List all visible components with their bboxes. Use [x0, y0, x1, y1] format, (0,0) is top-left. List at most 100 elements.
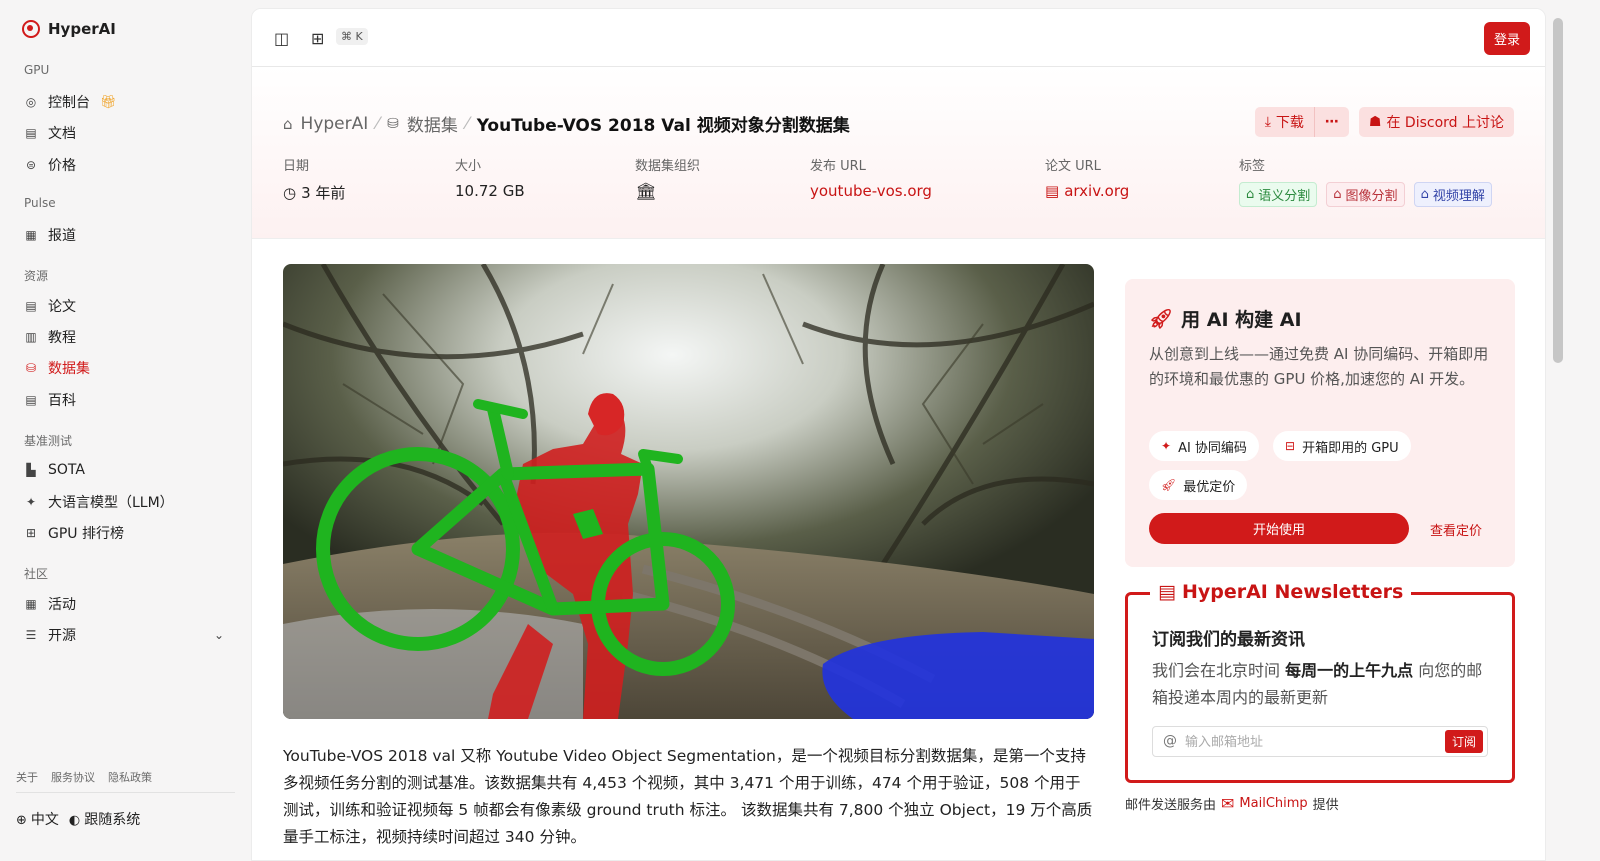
- database-icon: ⛁: [25, 361, 37, 375]
- meta-size-value: 10.72 GB: [455, 182, 525, 200]
- search-shortcut[interactable]: ⌘ K: [336, 28, 368, 45]
- rocket-icon: 🚀︎: [1149, 308, 1174, 330]
- sidebar-item-tutorials[interactable]: ▥ 教程: [16, 323, 236, 351]
- login-button[interactable]: 登录: [1483, 22, 1530, 55]
- newsletter-text-bold: 每周一的上午九点: [1285, 661, 1414, 680]
- tag-label: 图像分割: [1345, 189, 1398, 204]
- sidebar-item-label: 百科: [48, 393, 76, 409]
- sidebar-item-datasets[interactable]: ⛁ 数据集: [16, 354, 236, 382]
- sidebar-item-label: SOTA: [48, 462, 85, 478]
- feature-pill-pricing: 🚀︎ 最优定价: [1149, 470, 1248, 500]
- database-icon: ⛁: [387, 115, 399, 132]
- mail-credit: 邮件发送服务由 ✉ MailChimp 提供: [1125, 794, 1339, 813]
- sidebar-item-gpu-leaderboard[interactable]: ⊞ GPU 排行榜: [16, 519, 236, 547]
- newsletter-text-before: 我们会在北京时间: [1152, 661, 1281, 680]
- brand-name: HyperAI: [48, 20, 116, 38]
- view-pricing-link[interactable]: 查看定价: [1430, 520, 1482, 539]
- header-actions: ⤓ 下载 ⋯ ☗ 在 Discord 上讨论: [1254, 107, 1514, 137]
- ai-card-title: 🚀︎ 用 AI 构建 AI: [1149, 305, 1302, 332]
- newsletter-title-text: HyperAI Newsletters: [1181, 581, 1404, 603]
- scrollbar[interactable]: [1553, 18, 1563, 363]
- tag-video-understanding[interactable]: ⌂︎ 视频理解: [1413, 182, 1492, 207]
- download-button[interactable]: ⤓ 下载: [1254, 107, 1314, 137]
- sidebar-item-label: 文档: [48, 126, 76, 142]
- sidebar-item-pricing[interactable]: ⊜ 价格: [16, 151, 236, 179]
- credit-after: 提供: [1312, 798, 1339, 813]
- sidebar-item-llm[interactable]: ✦ 大语言模型（LLM）: [16, 488, 236, 516]
- section-label-benchmarks: 基准测试: [24, 434, 73, 448]
- sidebar-item-label: 价格: [48, 158, 76, 174]
- theme-switcher[interactable]: ◐ 跟随系统: [69, 809, 140, 829]
- email-input-row: @ 订阅: [1152, 726, 1488, 757]
- feature-label: AI 协同编码: [1178, 440, 1247, 456]
- sidebar-item-label: GPU 排行榜: [48, 526, 124, 542]
- mailchimp-link[interactable]: MailChimp: [1239, 796, 1307, 811]
- sidebar-item-docs[interactable]: ▤ 文档: [16, 119, 236, 147]
- footer-settings: ⊕ 中文 ◐ 跟随系统: [16, 809, 140, 829]
- footer-link-privacy[interactable]: 隐私政策: [108, 769, 152, 785]
- apps-grid-icon[interactable]: ⊞: [311, 29, 324, 48]
- feature-pill-gpu: ⊟ 开箱即用的 GPU: [1273, 431, 1411, 461]
- ai-card-text: 从创意到上线——通过免费 AI 协同编码、开箱即用的环境和最优惠的 GPU 价格…: [1149, 345, 1489, 388]
- sidebar-item-label: 论文: [48, 299, 76, 315]
- dataset-preview-image: [283, 264, 1094, 719]
- file-icon: ▤: [1045, 182, 1060, 200]
- meta-date: 日期 ◷ 3 年前: [283, 155, 345, 203]
- meta-date-label: 日期: [283, 159, 310, 174]
- sidebar-item-wiki[interactable]: ▤ 百科: [16, 386, 236, 414]
- get-started-button[interactable]: 开始使用: [1149, 513, 1409, 544]
- gift-icon: 🎁︎: [100, 94, 117, 110]
- tag-semantic-segmentation[interactable]: ⌂︎ 语义分割: [1239, 182, 1318, 207]
- footer-links: 关于 服务协议 隐私政策: [16, 769, 152, 785]
- menu-icon: ☰: [25, 628, 37, 642]
- wiki-icon: ▤: [25, 393, 37, 407]
- breadcrumb: ⌂ HyperAI ⁄ ⛁ 数据集 ⁄ YouTube-VOS 2018 Val…: [283, 111, 850, 137]
- newspaper-icon: ▤: [1158, 581, 1176, 603]
- breadcrumb-datasets[interactable]: 数据集: [407, 111, 458, 136]
- meta-date-value: 3 年前: [301, 184, 346, 202]
- theme-icon: ◐: [68, 813, 81, 828]
- section-label-gpu: GPU: [24, 63, 50, 77]
- tag-image-segmentation[interactable]: ⌂︎ 图像分割: [1326, 182, 1405, 207]
- dataset-header: ⌂ HyperAI ⁄ ⛁ 数据集 ⁄ YouTube-VOS 2018 Val…: [252, 67, 1545, 239]
- meta-tags: 标签 ⌂︎ 语义分割 ⌂︎ 图像分割 ⌂︎ 视频理解: [1239, 155, 1492, 207]
- email-input[interactable]: [1185, 731, 1435, 753]
- sidebar-item-events[interactable]: ▦ 活动: [16, 590, 236, 618]
- sidebar-item-sota[interactable]: ▙ SOTA: [16, 456, 236, 484]
- sidebar-item-console[interactable]: ◎ 控制台 🎁︎: [16, 88, 236, 116]
- discord-button[interactable]: ☗ 在 Discord 上讨论: [1358, 107, 1514, 137]
- breadcrumb-home[interactable]: HyperAI: [301, 114, 369, 134]
- news-icon: ▦: [25, 228, 37, 242]
- main-panel: ◫ ⊞ ⌘ K 登录 ⌂ HyperAI ⁄ ⛁ 数据集 ⁄ YouTube-V…: [251, 8, 1546, 861]
- paper-url-link[interactable]: ▤ arxiv.org: [1045, 182, 1129, 200]
- chart-icon: ▙: [26, 463, 36, 477]
- subscribe-button[interactable]: 订阅: [1444, 730, 1483, 753]
- section-label-community: 社区: [24, 567, 49, 581]
- at-icon: @: [1163, 733, 1177, 749]
- sidebar-item-label: 数据集: [48, 361, 90, 377]
- footer-link-terms[interactable]: 服务协议: [51, 769, 95, 785]
- release-url-link[interactable]: youtube-vos.org: [810, 182, 932, 200]
- sidebar-item-label: 教程: [48, 330, 76, 346]
- ai-promo-card: 🚀︎ 用 AI 构建 AI 从创意到上线——通过免费 AI 协同编码、开箱即用的…: [1125, 279, 1515, 567]
- meta-paper: 论文 URL ▤ arxiv.org: [1045, 155, 1129, 200]
- globe-icon: ⊕: [16, 813, 27, 828]
- language-switcher[interactable]: ⊕ 中文: [16, 809, 59, 829]
- sidebar-item-opensource[interactable]: ☰ 开源 ⌄: [16, 621, 236, 649]
- sidebar-item-label: 报道: [48, 228, 76, 244]
- language-label: 中文: [30, 812, 59, 828]
- sidebar-toggle-icon[interactable]: ◫: [274, 29, 289, 48]
- sidebar-item-label: 开源: [48, 628, 76, 644]
- sidebar-item-news[interactable]: ▦ 报道: [16, 221, 236, 249]
- meta-url-label: 发布 URL: [810, 159, 866, 174]
- credit-before: 邮件发送服务由: [1125, 798, 1217, 813]
- sidebar-item-papers[interactable]: ▤ 论文: [16, 292, 236, 320]
- footer-link-about[interactable]: 关于: [16, 769, 38, 785]
- newsletter-text: 我们会在北京时间 每周一的上午九点 向您的邮箱投递本周内的最新更新: [1152, 657, 1497, 711]
- sparkle-icon: ✦: [25, 495, 37, 509]
- more-button[interactable]: ⋯: [1314, 107, 1349, 137]
- hyperai-logo-icon: [22, 20, 40, 38]
- sparkle-icon: ✦: [1161, 439, 1172, 453]
- brand[interactable]: HyperAI: [22, 20, 116, 38]
- meta-tags-label: 标签: [1239, 159, 1266, 174]
